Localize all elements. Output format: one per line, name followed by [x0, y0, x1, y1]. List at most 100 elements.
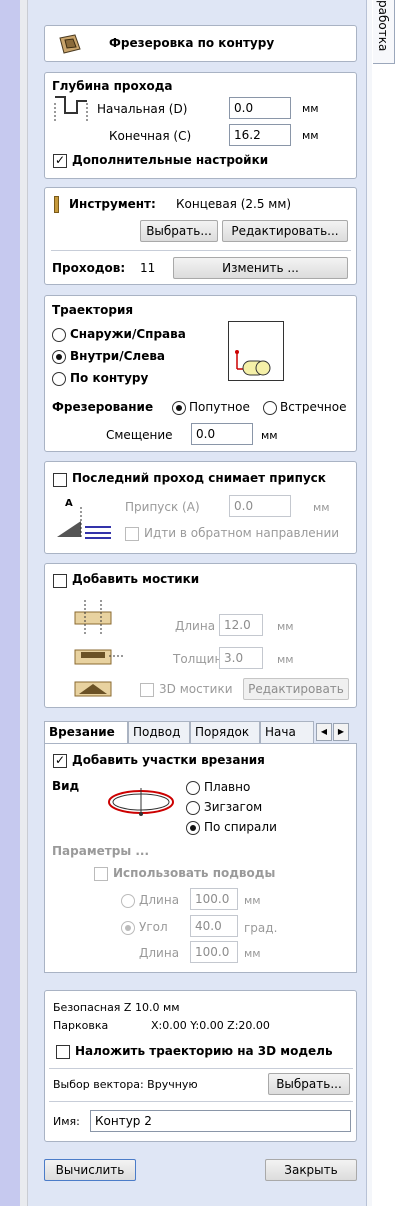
outside-label: Снаружи/Справа [70, 327, 186, 341]
tab-leadin[interactable]: Подвод [128, 721, 190, 743]
offset-unit: мм [261, 429, 278, 442]
tab-start[interactable]: Нача [260, 721, 314, 743]
side-tab-toolpaths[interactable]: работка [373, 0, 395, 64]
reverse-direction-checkbox[interactable] [125, 527, 139, 541]
tab-ramp[interactable]: Врезание [44, 721, 128, 744]
home-position-label: Парковка [53, 1019, 109, 1032]
use-leadins-label: Использовать подводы [113, 866, 276, 880]
zigzag-radio[interactable] [186, 801, 200, 815]
allowance-unit: мм [313, 501, 330, 514]
trajectory-title: Траектория [52, 303, 134, 317]
ramp-length-unit: мм [244, 894, 261, 907]
smooth-label: Плавно [204, 780, 251, 794]
endmill-icon [54, 196, 59, 213]
ramp-angle-unit: град. [244, 921, 278, 935]
calculate-button[interactable]: Вычислить [44, 1159, 136, 1181]
bridge-3d-icon [74, 681, 112, 697]
options-tab-bar: Врезание Подвод Порядок Нача ◀ ▶ [44, 721, 357, 744]
depth-diagram-icon [54, 96, 88, 121]
offset-input[interactable]: 0.0 [191, 423, 253, 445]
safe-z-value: 10.0 мм [135, 1001, 180, 1014]
bridge-length-icon [74, 600, 112, 634]
climb-label: Попутное [189, 400, 250, 414]
add-ramps-label: Добавить участки врезания [72, 753, 265, 767]
page-title: Фрезеровка по контуру [109, 36, 275, 50]
conventional-label: Встречное [280, 400, 347, 414]
bridge-length-label: Длина [175, 619, 216, 633]
inside-radio[interactable] [52, 350, 66, 364]
tab-scroll-right-icon[interactable]: ▶ [333, 723, 349, 741]
panel-border-right [366, 0, 372, 1206]
conventional-radio[interactable] [263, 401, 277, 415]
ramp-length2-input[interactable]: 100.0 [190, 941, 238, 963]
ramp-length2-label: Длина [139, 946, 180, 960]
depth-title: Глубина прохода [52, 79, 173, 93]
tool-box: Инструмент: Концевая (2.5 мм) Выбрать...… [44, 187, 357, 285]
on-contour-radio[interactable] [52, 372, 66, 386]
divider [51, 250, 351, 251]
smooth-radio[interactable] [186, 781, 200, 795]
profile-toolpath-icon [59, 34, 81, 54]
spiral-ramp-icon [108, 788, 174, 816]
trajectory-preview [228, 321, 284, 381]
passes-value: 11 [140, 261, 156, 275]
tab-order[interactable]: Порядок [190, 721, 260, 743]
bridge-thickness-unit: мм [277, 653, 294, 666]
zigzag-label: Зигзагом [204, 800, 263, 814]
select-vectors-button[interactable]: Выбрать... [268, 1073, 350, 1095]
milling-direction-label: Фрезерование [52, 400, 154, 414]
advanced-settings-label: Дополнительные настройки [72, 153, 269, 167]
bridge-thickness-input[interactable]: 3.0 [219, 647, 263, 669]
add-bridges-checkbox[interactable] [53, 574, 67, 588]
general-settings-box: Безопасная Z 10.0 мм Парковка X:0.00 Y:0… [44, 990, 357, 1142]
outside-radio[interactable] [52, 328, 66, 342]
start-depth-input[interactable]: 0.0 [229, 97, 291, 119]
use-leadins-checkbox[interactable] [94, 867, 108, 881]
divider [49, 1068, 353, 1069]
tool-label: Инструмент: [69, 197, 156, 211]
spiral-radio[interactable] [186, 821, 200, 835]
start-depth-unit: мм [302, 102, 319, 115]
toolpath-name-input[interactable]: Контур 2 [90, 1110, 351, 1132]
ramp-angle-radio[interactable] [121, 921, 135, 935]
bridges-3d-checkbox[interactable] [140, 683, 154, 697]
home-position-value: X:0.00 Y:0.00 Z:20.00 [151, 1019, 270, 1032]
safe-z-label: Безопасная Z [53, 1001, 132, 1014]
ramp-length-input[interactable]: 100.0 [190, 888, 238, 910]
project-to-3d-label: Наложить траекторию на 3D модель [75, 1044, 333, 1058]
select-tool-button[interactable]: Выбрать... [140, 220, 218, 242]
change-passes-button[interactable]: Изменить ... [173, 257, 348, 279]
inside-label: Внутри/Слева [70, 349, 166, 363]
edit-bridges-button[interactable]: Редактировать [243, 678, 349, 700]
last-pass-box: Последний проход снимает припуск A Припу… [44, 461, 357, 554]
allowance-label: Припуск (A) [125, 500, 200, 514]
tab-scroll-left-icon[interactable]: ◀ [316, 723, 332, 741]
bridge-length-unit: мм [277, 620, 294, 633]
passes-label: Проходов: [52, 261, 126, 275]
ramp-angle-input[interactable]: 40.0 [190, 915, 238, 937]
add-ramps-checkbox[interactable]: ✓ [53, 754, 67, 768]
last-pass-label: Последний проход снимает припуск [72, 471, 326, 485]
inside-cut-icon [235, 350, 271, 376]
bridge-thickness-icon [74, 649, 123, 665]
end-depth-label: Конечная (C) [109, 129, 192, 143]
bridges-box: Добавить мостики Длина 12.0 мм Толщина 3… [44, 563, 357, 708]
last-pass-checkbox[interactable] [53, 473, 67, 487]
name-label: Имя: [53, 1115, 80, 1128]
on-contour-label: По контуру [70, 371, 149, 385]
edit-tool-button[interactable]: Редактировать... [222, 220, 348, 242]
header-box: Фрезеровка по контуру [44, 25, 357, 62]
ramp-length-radio[interactable] [121, 894, 135, 908]
bridges-3d-label: 3D мостики [159, 682, 233, 696]
bridge-length-input[interactable]: 12.0 [219, 614, 263, 636]
project-to-3d-checkbox[interactable] [56, 1045, 70, 1059]
background-strip [0, 0, 20, 1206]
allowance-diagram-letter: A [65, 498, 73, 509]
view-label: Вид [52, 779, 80, 793]
close-button[interactable]: Закрыть [265, 1159, 357, 1181]
advanced-settings-checkbox[interactable]: ✓ [53, 154, 67, 168]
climb-radio[interactable] [172, 401, 186, 415]
end-depth-input[interactable]: 16.2 [229, 124, 291, 146]
allowance-input[interactable]: 0.0 [229, 495, 291, 517]
vector-selection-label: Выбор вектора: Вручную [53, 1078, 198, 1091]
